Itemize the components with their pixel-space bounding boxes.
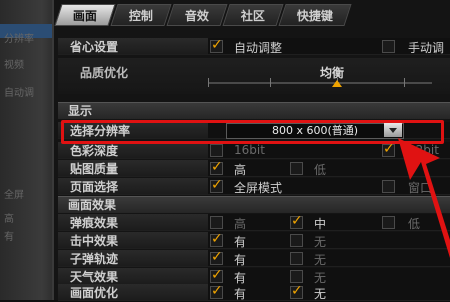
check-icon: ✓ — [211, 283, 223, 299]
preset-label: 省心设置 — [58, 38, 208, 54]
effects-row-label: 击中效果 — [58, 232, 208, 248]
fullscreen-checkbox[interactable]: ✓ — [210, 177, 223, 193]
color-32bit-checkbox[interactable]: ✓ — [382, 141, 395, 157]
texture-low-checkbox[interactable] — [290, 162, 303, 175]
background-text: 全屏 — [4, 190, 24, 201]
color-16bit-checkbox[interactable] — [210, 144, 223, 157]
texture-quality-label: 贴图质量 — [58, 160, 208, 176]
preset-row: 省心设置 ✓ 自动调整 手动调 — [58, 37, 450, 55]
background-text: 自动调 — [4, 88, 34, 99]
quality-slider-thumb[interactable] — [332, 80, 342, 87]
check-icon: ✓ — [211, 249, 223, 265]
option-label: 无 — [314, 253, 327, 267]
option-checkbox[interactable]: ✓ — [210, 231, 223, 247]
effects-section-title: 画面效果 — [58, 196, 450, 213]
windowed-label: 窗口 — [408, 181, 433, 195]
check-icon: ✓ — [211, 231, 223, 247]
effects-row: 子弹轨迹 ✓ 有 无 — [58, 249, 450, 267]
texture-low-label: 低 — [314, 163, 327, 177]
texture-quality-row: 贴图质量 ✓ 高 低 — [58, 159, 450, 177]
quality-slider-row: 品质优化 均衡 — [58, 58, 450, 94]
effects-row: 击中效果 ✓ 有 无 — [58, 231, 450, 249]
quality-label: 品质优化 — [80, 66, 129, 80]
color-16bit-label: 16bit — [234, 143, 265, 157]
settings-panel: 画面 控制 音效 社区 快捷键 省心设置 ✓ 自动调整 手动调 品质优化 均衡 … — [52, 0, 450, 301]
page-mode-row: 页面选择 ✓ 全屏模式 窗口 — [58, 177, 450, 195]
fullscreen-label: 全屏模式 — [234, 181, 283, 195]
option-checkbox[interactable] — [382, 216, 395, 229]
quality-slider-track[interactable] — [208, 82, 432, 84]
check-icon: ✓ — [211, 37, 223, 53]
auto-adjust-label: 自动调整 — [234, 41, 283, 55]
option-checkbox[interactable]: ✓ — [210, 249, 223, 265]
option-label: 中 — [314, 217, 327, 231]
effects-row-label: 天气效果 — [58, 268, 208, 284]
option-label: 有 — [234, 253, 247, 267]
effects-row-label: 弹痕效果 — [58, 214, 208, 230]
option-checkbox[interactable] — [290, 270, 303, 283]
effects-row: 天气效果 ✓ 有 无 — [58, 267, 450, 285]
check-icon: ✓ — [211, 267, 223, 283]
windowed-checkbox[interactable] — [382, 180, 395, 193]
check-icon: ✓ — [211, 177, 223, 193]
option-checkbox[interactable]: ✓ — [210, 283, 223, 299]
display-section-title: 显示 — [58, 102, 450, 119]
color-32bit-label: 32bit — [408, 143, 439, 157]
background-text: 高 — [4, 214, 14, 225]
manual-adjust-label: 手动调 — [408, 41, 445, 55]
option-label: 高 — [234, 217, 247, 231]
check-icon: ✓ — [291, 283, 303, 299]
effects-row: 画面优化 ✓ 有 ✓ 无 — [58, 283, 450, 301]
texture-high-checkbox[interactable]: ✓ — [210, 159, 223, 175]
background-text: 视频 — [4, 60, 24, 71]
option-checkbox[interactable]: ✓ — [290, 283, 303, 299]
effects-row-label: 子弹轨迹 — [58, 250, 208, 266]
manual-adjust-checkbox[interactable] — [382, 40, 395, 53]
color-depth-label: 色彩深度 — [58, 142, 208, 158]
background-text: 有 — [4, 232, 14, 243]
option-label: 有 — [234, 235, 247, 249]
texture-high-label: 高 — [234, 163, 247, 177]
tab-hotkeys[interactable]: 快捷键 — [278, 4, 352, 26]
page-mode-label: 页面选择 — [58, 178, 208, 194]
option-checkbox[interactable] — [290, 234, 303, 247]
tab-controls[interactable]: 控制 — [110, 4, 172, 26]
option-checkbox[interactable] — [210, 216, 223, 229]
option-checkbox[interactable]: ✓ — [290, 213, 303, 229]
color-depth-row: 色彩深度 16bit ✓ 32bit — [58, 141, 450, 159]
option-label: 低 — [408, 217, 421, 231]
auto-adjust-checkbox[interactable]: ✓ — [210, 37, 223, 53]
quality-value: 均衡 — [320, 66, 345, 80]
tab-community[interactable]: 社区 — [222, 4, 284, 26]
option-label: 有 — [234, 287, 247, 301]
tab-bar: 画面 控制 音效 社区 快捷键 — [54, 4, 450, 26]
effects-row-label: 画面优化 — [58, 284, 208, 300]
check-icon: ✓ — [211, 159, 223, 175]
tab-audio[interactable]: 音效 — [166, 4, 228, 26]
background-text: 分辨率 — [4, 34, 34, 45]
check-icon: ✓ — [291, 213, 303, 229]
option-checkbox[interactable] — [290, 252, 303, 265]
option-label: 无 — [314, 287, 327, 301]
option-label: 无 — [314, 235, 327, 249]
option-checkbox[interactable]: ✓ — [210, 267, 223, 283]
highlight-box — [61, 120, 444, 144]
effects-row: 弹痕效果 高 ✓ 中 低 — [58, 213, 450, 231]
tab-graphics[interactable]: 画面 — [54, 4, 116, 26]
